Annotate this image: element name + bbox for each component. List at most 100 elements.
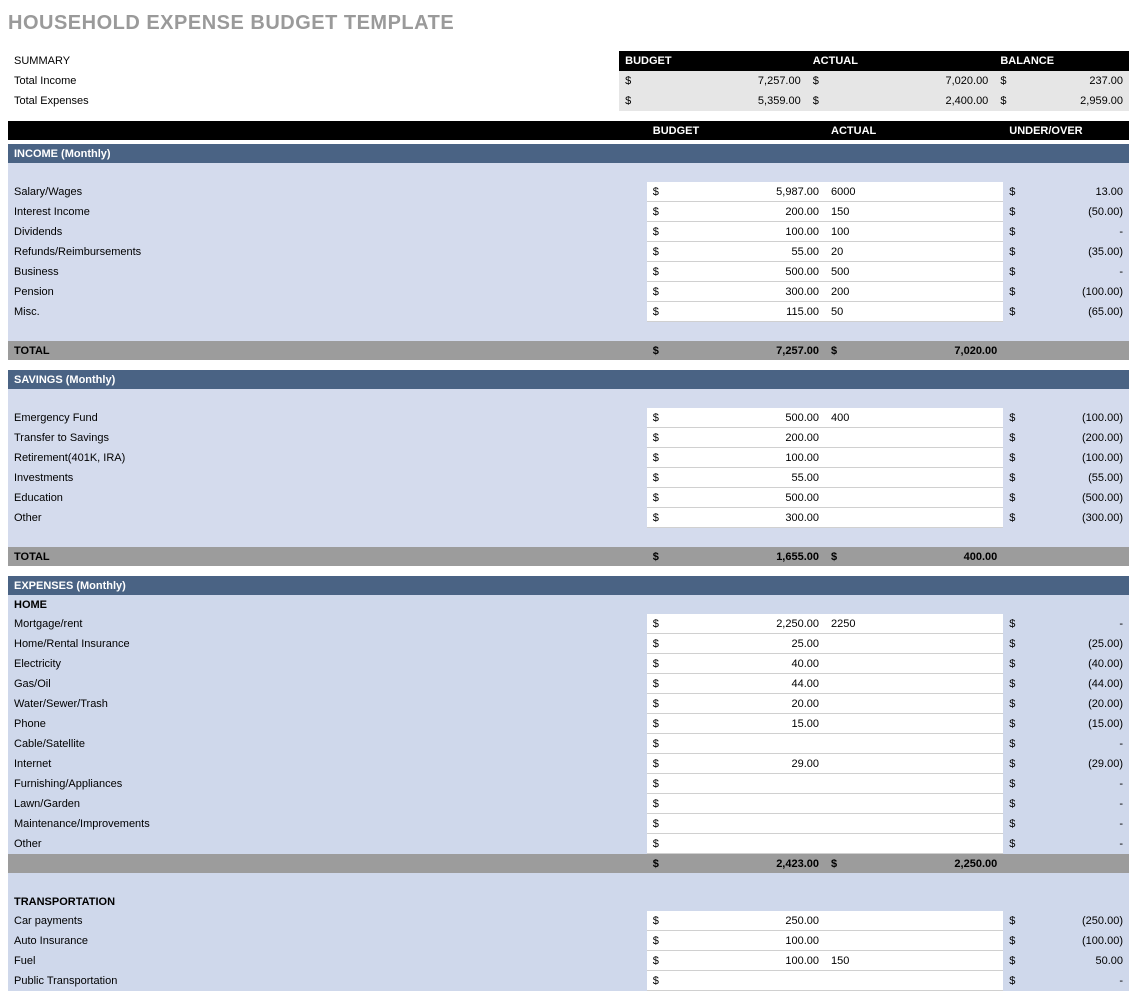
budget-cell[interactable]: 100.00 — [659, 448, 825, 468]
row-label: Pension — [8, 282, 647, 302]
table-row: Dividends$100.00100$- — [8, 222, 1129, 242]
actual-cell[interactable]: 6000 — [825, 182, 837, 202]
row-label: Electricity — [8, 654, 647, 674]
budget-cell[interactable] — [659, 734, 825, 754]
actual-cell[interactable] — [825, 734, 837, 754]
actual-cell[interactable] — [825, 674, 837, 694]
under-over-cell: (200.00) — [1016, 428, 1129, 448]
budget-cell[interactable]: 200.00 — [659, 202, 825, 222]
budget-cell[interactable]: 300.00 — [659, 282, 825, 302]
row-label: Fuel — [8, 951, 647, 971]
actual-cell[interactable] — [825, 448, 837, 468]
actual-cell[interactable]: 150 — [825, 951, 837, 971]
actual-cell[interactable]: 200 — [825, 282, 837, 302]
actual-cell[interactable] — [825, 814, 837, 834]
budget-cell[interactable]: 300.00 — [659, 508, 825, 528]
under-over-cell: 13.00 — [1016, 182, 1129, 202]
budget-cell[interactable]: 500.00 — [659, 488, 825, 508]
summary-table: SUMMARY BUDGET ACTUAL BALANCE Total Inco… — [8, 51, 1129, 111]
budget-cell[interactable]: 25.00 — [659, 634, 825, 654]
actual-cell[interactable] — [825, 971, 837, 991]
actual-cell[interactable] — [825, 754, 837, 774]
actual-cell[interactable] — [825, 468, 837, 488]
budget-cell[interactable]: 5,987.00 — [659, 182, 825, 202]
income-section: INCOME (Monthly) Salary/Wages$5,987.0060… — [8, 144, 1129, 360]
budget-cell[interactable]: 20.00 — [659, 694, 825, 714]
budget-cell[interactable] — [659, 774, 825, 794]
actual-cell[interactable] — [825, 774, 837, 794]
table-row: Business$500.00500$- — [8, 262, 1129, 282]
budget-cell[interactable]: 250.00 — [659, 911, 825, 931]
income-total-row: TOTAL $7,257.00 $7,020.00 — [8, 341, 1129, 360]
budget-cell[interactable]: 55.00 — [659, 242, 825, 262]
under-over-cell: (40.00) — [1016, 654, 1129, 674]
actual-cell[interactable]: 50 — [825, 302, 837, 322]
under-over-cell: (50.00) — [1016, 202, 1129, 222]
actual-cell[interactable] — [825, 714, 837, 734]
budget-cell[interactable]: 100.00 — [659, 951, 825, 971]
under-over-cell: (100.00) — [1016, 408, 1129, 428]
actual-cell[interactable]: 2250 — [825, 614, 837, 634]
actual-cell[interactable] — [825, 794, 837, 814]
row-label: Water/Sewer/Trash — [8, 694, 647, 714]
row-label: Dividends — [8, 222, 647, 242]
budget-cell[interactable]: 15.00 — [659, 714, 825, 734]
budget-cell[interactable]: 29.00 — [659, 754, 825, 774]
main-column-head: BUDGET ACTUAL UNDER/OVER — [8, 121, 1129, 140]
row-label: Auto Insurance — [8, 931, 647, 951]
actual-cell[interactable]: 150 — [825, 202, 837, 222]
table-row: Salary/Wages$5,987.006000$13.00 — [8, 182, 1129, 202]
summary-value: 2,400.00 — [831, 91, 994, 111]
head-under-over: UNDER/OVER — [1003, 121, 1129, 140]
actual-cell[interactable] — [825, 694, 837, 714]
under-over-cell: - — [1016, 262, 1129, 282]
under-over-cell: - — [1016, 614, 1129, 634]
table-row: Misc.$115.0050$(65.00) — [8, 302, 1129, 322]
row-label: Other — [8, 508, 647, 528]
budget-cell[interactable]: 500.00 — [659, 408, 825, 428]
table-row: Interest Income$200.00150$(50.00) — [8, 202, 1129, 222]
budget-cell[interactable]: 115.00 — [659, 302, 825, 322]
under-over-cell: - — [1016, 834, 1129, 854]
table-row: Refunds/Reimbursements$55.0020$(35.00) — [8, 242, 1129, 262]
table-row: Furnishing/Appliances$$- — [8, 774, 1129, 794]
table-row: Auto Insurance$100.00$(100.00) — [8, 931, 1129, 951]
actual-cell[interactable] — [825, 508, 837, 528]
budget-cell[interactable]: 100.00 — [659, 931, 825, 951]
row-label: Phone — [8, 714, 647, 734]
row-label: Interest Income — [8, 202, 647, 222]
actual-cell[interactable]: 400 — [825, 408, 837, 428]
page-title: HOUSEHOLD EXPENSE BUDGET TEMPLATE — [8, 12, 1129, 35]
actual-cell[interactable] — [825, 911, 837, 931]
budget-cell[interactable] — [659, 814, 825, 834]
table-row: Cable/Satellite$$- — [8, 734, 1129, 754]
under-over-cell: - — [1016, 774, 1129, 794]
budget-cell[interactable] — [659, 971, 825, 991]
budget-cell[interactable]: 55.00 — [659, 468, 825, 488]
actual-cell[interactable] — [825, 428, 837, 448]
budget-cell[interactable]: 44.00 — [659, 674, 825, 694]
under-over-cell: (100.00) — [1016, 282, 1129, 302]
actual-cell[interactable] — [825, 488, 837, 508]
actual-cell[interactable] — [825, 834, 837, 854]
summary-row-label: Total Income — [8, 71, 619, 91]
row-label: Emergency Fund — [8, 408, 647, 428]
budget-cell[interactable]: 100.00 — [659, 222, 825, 242]
budget-cell[interactable] — [659, 834, 825, 854]
actual-cell[interactable] — [825, 654, 837, 674]
budget-cell[interactable]: 500.00 — [659, 262, 825, 282]
budget-cell[interactable]: 200.00 — [659, 428, 825, 448]
budget-cell[interactable] — [659, 794, 825, 814]
actual-cell[interactable]: 500 — [825, 262, 837, 282]
row-label: Public Transportation — [8, 971, 647, 991]
row-label: Transfer to Savings — [8, 428, 647, 448]
budget-cell[interactable]: 2,250.00 — [659, 614, 825, 634]
actual-cell[interactable] — [825, 634, 837, 654]
budget-cell[interactable]: 40.00 — [659, 654, 825, 674]
summary-value: 2,959.00 — [1019, 91, 1129, 111]
row-label: Mortgage/rent — [8, 614, 647, 634]
actual-cell[interactable] — [825, 931, 837, 951]
actual-cell[interactable]: 100 — [825, 222, 837, 242]
actual-cell[interactable]: 20 — [825, 242, 837, 262]
summary-value: 237.00 — [1019, 71, 1129, 91]
